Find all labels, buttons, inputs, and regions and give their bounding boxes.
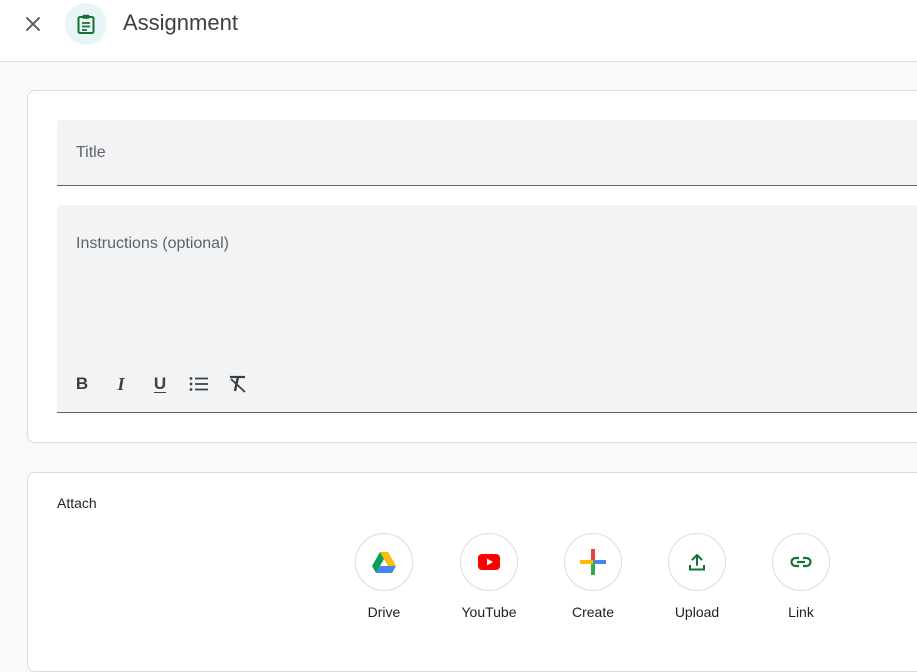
title-field[interactable]: Title — [57, 120, 917, 186]
attach-youtube-button[interactable]: YouTube — [449, 533, 529, 620]
attach-options: Drive YouTube Create Upload Link — [28, 533, 917, 633]
list-icon — [189, 377, 208, 391]
close-icon — [26, 17, 40, 31]
attach-link-button[interactable]: Link — [761, 533, 841, 620]
upload-icon — [689, 553, 705, 570]
attach-link-label: Link — [788, 604, 814, 620]
attach-youtube-circle[interactable] — [460, 533, 518, 591]
title-placeholder: Title — [76, 144, 106, 161]
attach-youtube-label: YouTube — [461, 604, 517, 620]
italic-button[interactable]: I — [107, 371, 135, 397]
bulleted-list-button[interactable] — [185, 371, 213, 397]
underline-button[interactable]: U — [146, 371, 174, 397]
attach-upload-button[interactable]: Upload — [657, 533, 737, 620]
assignment-details-card: Title Instructions (optional) B I U — [27, 90, 917, 443]
page-title: Assignment — [123, 10, 238, 35]
top-app-bar: Assignment — [0, 0, 917, 62]
create-plus-icon — [580, 549, 606, 575]
instructions-placeholder: Instructions (optional) — [76, 235, 229, 252]
clear-formatting-button[interactable] — [224, 371, 252, 397]
instructions-field[interactable]: Instructions (optional) B I U — [57, 205, 917, 413]
attach-card: Attach Drive YouTube Create Upload Link — [27, 472, 917, 672]
italic-icon: I — [117, 373, 125, 394]
bold-icon: B — [75, 374, 89, 393]
clear-format-icon — [230, 375, 246, 393]
attach-create-label: Create — [571, 604, 615, 620]
close-button[interactable] — [20, 11, 46, 37]
assignment-icon — [77, 14, 95, 34]
attach-label: Attach — [57, 495, 97, 511]
assignment-type-badge — [65, 3, 107, 45]
google-drive-icon — [372, 551, 396, 573]
attach-drive-circle[interactable] — [355, 533, 413, 591]
attach-upload-circle[interactable] — [668, 533, 726, 591]
bold-button[interactable]: B — [68, 371, 96, 397]
formatting-toolbar: B I U — [68, 371, 263, 397]
attach-create-circle[interactable] — [564, 533, 622, 591]
underline-icon: U — [153, 374, 167, 393]
link-icon — [790, 556, 812, 568]
attach-upload-label: Upload — [674, 604, 720, 620]
attach-drive-label: Drive — [367, 604, 401, 620]
attach-link-circle[interactable] — [772, 533, 830, 591]
youtube-icon — [478, 554, 500, 570]
attach-drive-button[interactable]: Drive — [344, 533, 424, 620]
attach-create-button[interactable]: Create — [553, 533, 633, 620]
